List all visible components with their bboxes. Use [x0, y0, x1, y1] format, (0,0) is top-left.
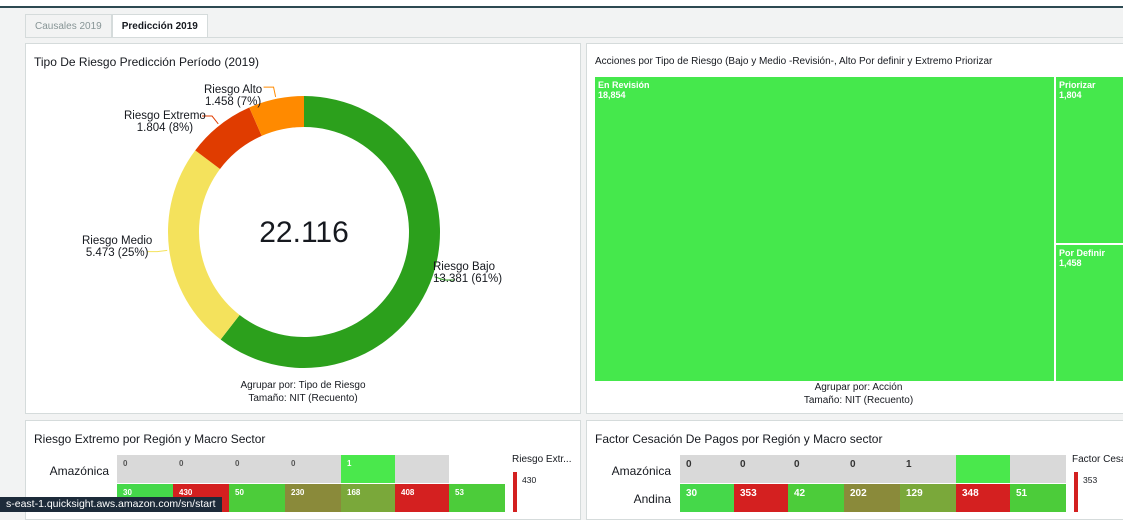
heatmap-cell[interactable]: [1010, 455, 1066, 483]
heatmap-cell[interactable]: 129: [900, 484, 956, 512]
treemap-title: Acciones por Tipo de Riesgo (Bajo y Medi…: [595, 56, 993, 67]
tab-divider: [25, 37, 1123, 38]
slice-riesgo-medio[interactable]: [168, 150, 240, 340]
label-riesgo-extremo: Riesgo Extremo 1.804 (8%): [124, 110, 206, 134]
heatmap-cell[interactable]: 230: [285, 484, 341, 512]
heatmap-cell[interactable]: 50: [229, 484, 285, 512]
heatmap-cell[interactable]: 0: [844, 455, 900, 483]
heatmap-cell[interactable]: 0: [117, 455, 173, 483]
heatmap2-legend-title: Factor Cesa: [1072, 454, 1123, 465]
leader-line: [263, 86, 277, 98]
heatmap-cell[interactable]: 42: [788, 484, 844, 512]
label-riesgo-bajo: Riesgo Bajo 13.381 (61%): [433, 261, 503, 285]
heatmap1-legend-title: Riesgo Extr...: [512, 454, 572, 465]
tab-causales[interactable]: Causales 2019: [25, 14, 112, 38]
heatmap-cell[interactable]: 0: [229, 455, 285, 483]
heatmap-cell[interactable]: 1: [900, 455, 956, 483]
status-bar-url: s-east-1.quicksight.aws.amazon.com/sn/st…: [0, 497, 222, 512]
treemap-size: Tamaño: NIT (Recuento): [803, 395, 914, 406]
heatmap-cell[interactable]: 30: [680, 484, 734, 512]
heatmap-cell[interactable]: 0: [285, 455, 341, 483]
heatmap-cell[interactable]: 348: [956, 484, 1010, 512]
sheet-tabs: Causales 2019 Predicción 2019: [25, 14, 208, 38]
heatmap-cell[interactable]: 408: [395, 484, 449, 512]
treemap-cell-priorizar[interactable]: Priorizar 1,804: [1056, 77, 1123, 243]
heatmap-cell[interactable]: 0: [788, 455, 844, 483]
tab-prediccion[interactable]: Predicción 2019: [111, 14, 208, 38]
donut-size: Tamaño: NIT (Recuento): [248, 393, 358, 404]
heatmap-cell[interactable]: [956, 455, 1010, 483]
heatmap-cell[interactable]: 53: [449, 484, 505, 512]
heatmap-cell[interactable]: 0: [173, 455, 229, 483]
heatmap-cell[interactable]: 0: [680, 455, 734, 483]
heatmap2-row-andina: Andina: [633, 492, 671, 506]
top-bar: [0, 0, 1123, 8]
heatmap-cell[interactable]: 0: [734, 455, 788, 483]
heatmap1-legend-max: 430: [522, 475, 537, 485]
treemap-cell-por-definir[interactable]: Por Definir 1,458: [1056, 245, 1123, 381]
heatmap-cell[interactable]: 51: [1010, 484, 1066, 512]
heatmap1-legend-bar: [513, 472, 517, 512]
heatmap1-title: Riesgo Extremo por Región y Macro Sector: [34, 432, 266, 446]
heatmap1-row-amazonica: Amazónica: [49, 464, 109, 478]
heatmap-factor-cesacion[interactable]: Factor Cesación De Pagos por Región y Ma…: [586, 420, 1123, 520]
donut-visual[interactable]: Tipo De Riesgo Predicción Período (2019)…: [25, 43, 581, 414]
heatmap-cell[interactable]: 202: [844, 484, 900, 512]
heatmap2-legend-max: 353: [1083, 475, 1098, 485]
heatmap2-title: Factor Cesación De Pagos por Región y Ma…: [595, 432, 883, 446]
label-riesgo-alto: Riesgo Alto 1.458 (7%): [204, 84, 263, 108]
heatmap2-row-amazonica: Amazónica: [611, 464, 671, 478]
donut-groupby: Agrupar por: Tipo de Riesgo: [240, 380, 366, 391]
treemap-cell-en-revision[interactable]: En Revisión 18,854: [595, 77, 1054, 381]
heatmap-cell[interactable]: 168: [341, 484, 395, 512]
label-riesgo-medio: Riesgo Medio 5.473 (25%): [82, 235, 153, 259]
treemap-groupby: Agrupar por: Acción: [814, 382, 903, 393]
heatmap-cell[interactable]: [395, 455, 449, 483]
heatmap-cell[interactable]: 1: [341, 455, 395, 483]
heatmap-cell[interactable]: 353: [734, 484, 788, 512]
donut-chart[interactable]: 22.116: [26, 44, 581, 414]
donut-center-total: 22.116: [259, 216, 349, 249]
heatmap2-legend-bar: [1074, 472, 1078, 512]
treemap-visual[interactable]: Acciones por Tipo de Riesgo (Bajo y Medi…: [586, 43, 1123, 414]
